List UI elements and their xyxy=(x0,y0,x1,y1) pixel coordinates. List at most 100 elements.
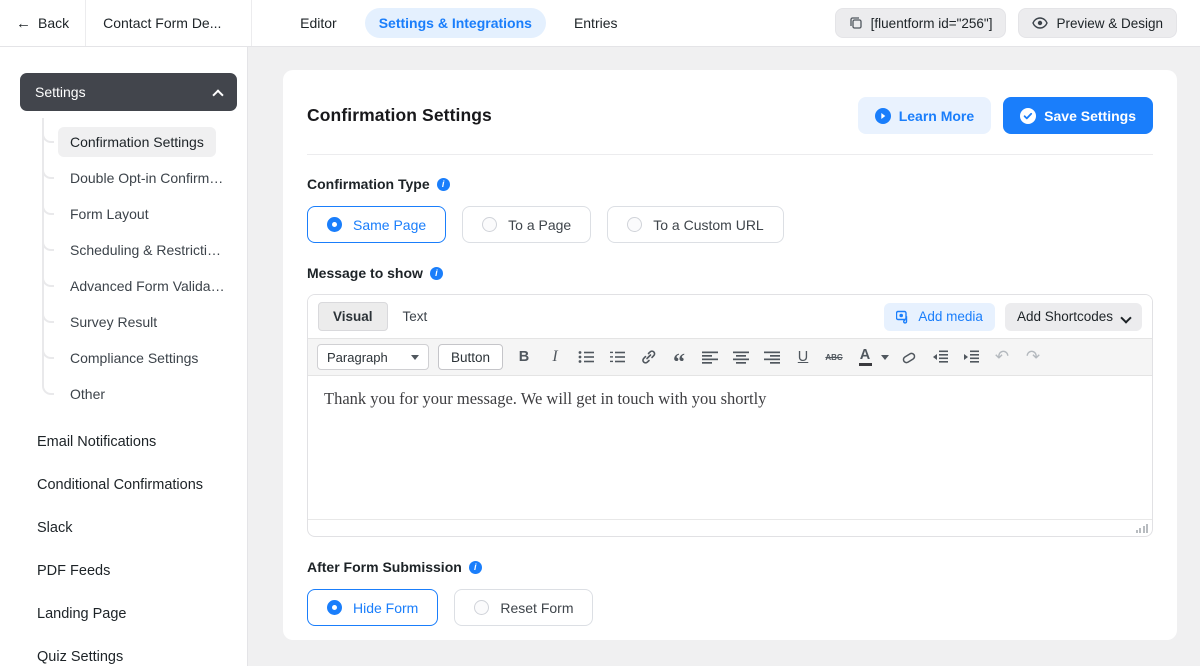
add-media-button[interactable]: Add media xyxy=(884,302,995,331)
sidebar-item-survey-result[interactable]: Survey Result xyxy=(42,304,247,340)
tab-entries[interactable]: Entries xyxy=(560,8,632,38)
preview-design-button[interactable]: Preview & Design xyxy=(1018,8,1177,38)
sidebar-item-quiz-settings[interactable]: Quiz Settings xyxy=(0,635,247,666)
clear-formatting-icon[interactable] xyxy=(896,344,922,370)
radio-dot-icon xyxy=(627,217,643,232)
add-media-label: Add media xyxy=(918,309,983,324)
back-button[interactable]: ← Back xyxy=(0,0,85,46)
preview-design-label: Preview & Design xyxy=(1056,15,1163,31)
sidebar-item-other[interactable]: Other xyxy=(42,376,247,412)
blockquote-icon[interactable]: “ xyxy=(666,344,692,375)
topbar-actions: [fluentform id="256"] Preview & Design xyxy=(834,0,1200,46)
align-right-icon[interactable] xyxy=(759,344,785,370)
sidebar-item-confirmation-settings[interactable]: Confirmation Settings xyxy=(42,124,247,160)
confirmation-settings-card: Confirmation Settings Learn More Save Se… xyxy=(283,70,1177,640)
main-tabs: Editor Settings & Integrations Entries xyxy=(286,0,631,46)
info-icon[interactable]: i xyxy=(468,560,482,574)
page-title: Confirmation Settings xyxy=(307,105,492,125)
insert-button-tool[interactable]: Button xyxy=(438,344,504,370)
italic-icon[interactable]: I xyxy=(542,344,568,370)
link-icon[interactable] xyxy=(635,344,661,370)
top-bar: ← Back Contact Form De... Editor Setting… xyxy=(0,0,1200,47)
add-shortcodes-label: Add Shortcodes xyxy=(1016,309,1113,324)
sidebar-item-scheduling-restrictions[interactable]: Scheduling & Restrictions xyxy=(42,232,247,268)
confirmation-type-section: Confirmation Type i Same Page To a Page … xyxy=(307,176,1153,243)
back-arrow-icon: ← xyxy=(16,14,31,32)
tab-settings-integrations[interactable]: Settings & Integrations xyxy=(364,8,546,38)
learn-more-button[interactable]: Learn More xyxy=(857,97,992,134)
radio-to-a-page[interactable]: To a Page xyxy=(462,206,592,243)
message-to-show-label: Message to show xyxy=(307,265,423,281)
underline-icon[interactable]: U xyxy=(790,344,816,370)
align-center-icon[interactable] xyxy=(728,344,754,370)
back-label: Back xyxy=(38,15,70,31)
redo-icon[interactable]: ↷ xyxy=(1020,344,1046,370)
learn-more-label: Learn More xyxy=(898,107,975,124)
confirmation-type-label: Confirmation Type xyxy=(307,176,430,192)
undo-icon[interactable]: ↶ xyxy=(989,344,1015,370)
sidebar-item-pdf-feeds[interactable]: PDF Feeds xyxy=(0,549,247,592)
play-circle-icon xyxy=(874,107,891,124)
info-icon[interactable]: i xyxy=(429,266,443,280)
sidebar-nav: Email Notifications Conditional Confirma… xyxy=(0,420,247,666)
sidebar-item-conditional-confirmations[interactable]: Conditional Confirmations xyxy=(0,463,247,506)
strikethrough-icon[interactable]: ABC xyxy=(821,344,847,370)
add-shortcodes-button[interactable]: Add Shortcodes xyxy=(1004,302,1142,331)
check-circle-icon xyxy=(1020,107,1037,124)
chevron-down-icon xyxy=(1120,312,1132,324)
caret-down-icon xyxy=(411,354,419,360)
sidebar-item-slack[interactable]: Slack xyxy=(0,506,247,549)
editor-toolbar: Paragraph Button B I “ U ABC A ↶ ↷ xyxy=(308,338,1152,376)
after-submission-section: After Form Submission i Hide Form Reset … xyxy=(307,559,1153,626)
after-submission-options: Hide Form Reset Form xyxy=(307,589,1153,626)
confirmation-type-options: Same Page To a Page To a Custom URL xyxy=(307,206,1153,243)
editor-content[interactable]: Thank you for your message. We will get … xyxy=(308,376,1152,519)
sidebar-item-landing-page[interactable]: Landing Page xyxy=(0,592,247,635)
header-divider xyxy=(307,154,1153,155)
sidebar-group-settings[interactable]: Settings xyxy=(20,73,237,111)
shortcode-copy-button[interactable]: [fluentform id="256"] xyxy=(834,8,1007,38)
save-settings-label: Save Settings xyxy=(1044,107,1136,124)
bold-icon[interactable]: B xyxy=(511,344,537,370)
after-submission-label: After Form Submission xyxy=(307,559,462,575)
radio-same-page[interactable]: Same Page xyxy=(307,206,447,243)
text-color-icon[interactable]: A xyxy=(852,344,878,370)
sidebar-item-advanced-validation[interactable]: Advanced Form Validati... xyxy=(42,268,247,304)
paragraph-select-value: Paragraph xyxy=(327,349,388,365)
radio-dot-icon xyxy=(474,600,490,615)
radio-reset-form[interactable]: Reset Form xyxy=(454,589,594,626)
chevron-up-icon xyxy=(212,88,224,101)
shortcode-label: [fluentform id="256"] xyxy=(870,15,993,31)
settings-group-label: Settings xyxy=(35,84,86,100)
info-icon[interactable]: i xyxy=(436,177,450,191)
sidebar-item-double-optin[interactable]: Double Opt-in Confirma... xyxy=(42,160,247,196)
indent-icon[interactable] xyxy=(958,344,984,370)
numbered-list-icon[interactable] xyxy=(604,344,630,370)
eye-icon xyxy=(1032,17,1049,29)
sidebar-item-compliance-settings[interactable]: Compliance Settings xyxy=(42,340,247,376)
tab-editor[interactable]: Editor xyxy=(286,8,351,38)
resize-grip-icon[interactable] xyxy=(1135,524,1148,533)
editor-tab-visual[interactable]: Visual xyxy=(318,302,388,331)
copy-icon xyxy=(850,17,862,29)
align-left-icon[interactable] xyxy=(697,344,723,370)
radio-hide-form[interactable]: Hide Form xyxy=(307,589,439,626)
radio-dot-icon xyxy=(327,217,342,232)
sidebar-item-form-layout[interactable]: Form Layout xyxy=(42,196,247,232)
editor-statusbar xyxy=(308,519,1152,536)
sidebar-item-email-notifications[interactable]: Email Notifications xyxy=(0,420,247,463)
radio-dot-icon xyxy=(482,217,498,232)
confirmation-message-text: Thank you for your message. We will get … xyxy=(324,389,767,408)
media-icon xyxy=(896,310,908,324)
text-color-caret-icon[interactable] xyxy=(881,354,890,360)
wysiwyg-editor: Visual Text Add media Add Shortcodes Par… xyxy=(307,294,1153,537)
settings-sidebar: Settings Confirmation Settings Double Op… xyxy=(0,47,248,666)
save-settings-button[interactable]: Save Settings xyxy=(1003,97,1153,134)
outdent-icon[interactable] xyxy=(927,344,953,370)
radio-to-custom-url[interactable]: To a Custom URL xyxy=(607,206,784,243)
editor-tab-text[interactable]: Text xyxy=(388,302,443,331)
paragraph-style-select[interactable]: Paragraph xyxy=(317,344,429,370)
settings-subnav: Confirmation Settings Double Opt-in Conf… xyxy=(42,118,247,412)
bullet-list-icon[interactable] xyxy=(573,344,599,370)
form-title: Contact Form De... xyxy=(85,0,253,46)
